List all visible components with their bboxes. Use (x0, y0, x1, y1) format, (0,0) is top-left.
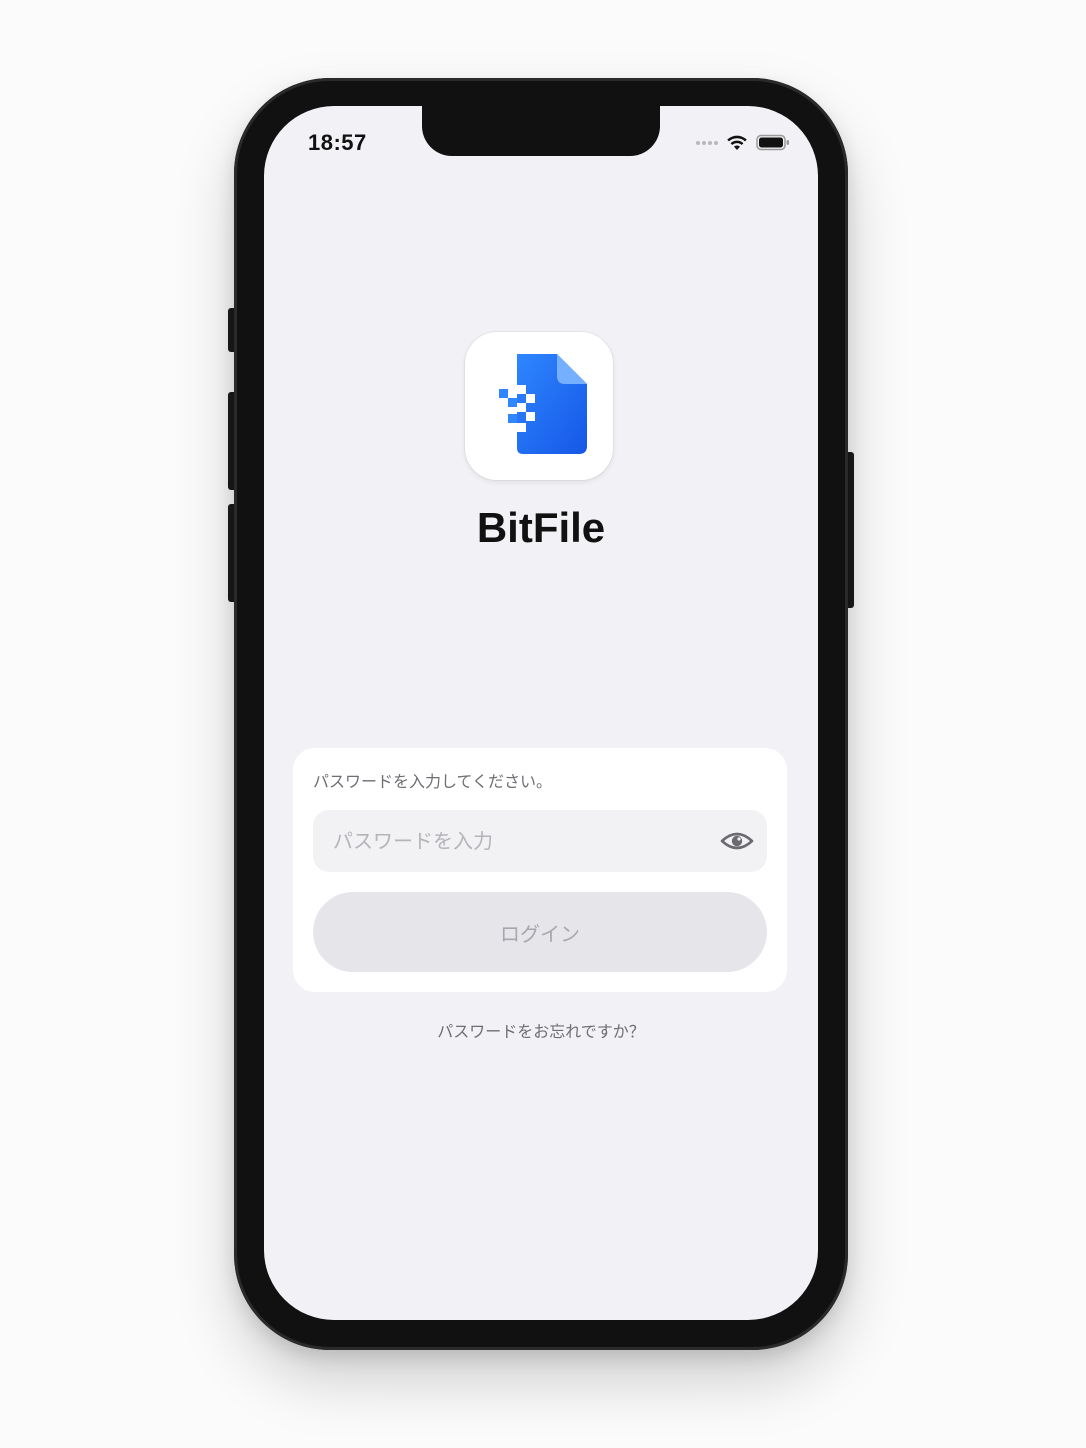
password-input[interactable] (313, 810, 713, 872)
eye-icon (720, 832, 754, 850)
login-card: パスワードを入力してください。 ログイン (293, 748, 787, 992)
notch (422, 106, 660, 156)
status-indicators (696, 134, 790, 151)
login-button[interactable]: ログイン (313, 892, 767, 972)
login-screen: 18:57 BitFile パスワードを入力してください。 ログイン パスワード… (264, 106, 818, 1320)
app-title: BitFile (476, 504, 606, 551)
bitfile-document-icon (465, 332, 613, 480)
cellular-signal-icon (696, 140, 718, 145)
status-time: 18:57 (308, 130, 367, 155)
password-field (313, 810, 767, 872)
wifi-icon (727, 135, 747, 150)
device-mockup: 18:57 BitFile パスワードを入力してください。 ログイン パスワード… (0, 0, 1086, 1448)
forgot-password-link[interactable]: パスワードをお忘れですか？ (264, 1018, 818, 1042)
password-prompt: パスワードを入力してください。 (313, 772, 553, 791)
toggle-visibility-button[interactable] (719, 825, 755, 857)
battery-icon (756, 134, 789, 151)
phone-frame: 18:57 BitFile パスワードを入力してください。 ログイン パスワード… (234, 78, 848, 1350)
